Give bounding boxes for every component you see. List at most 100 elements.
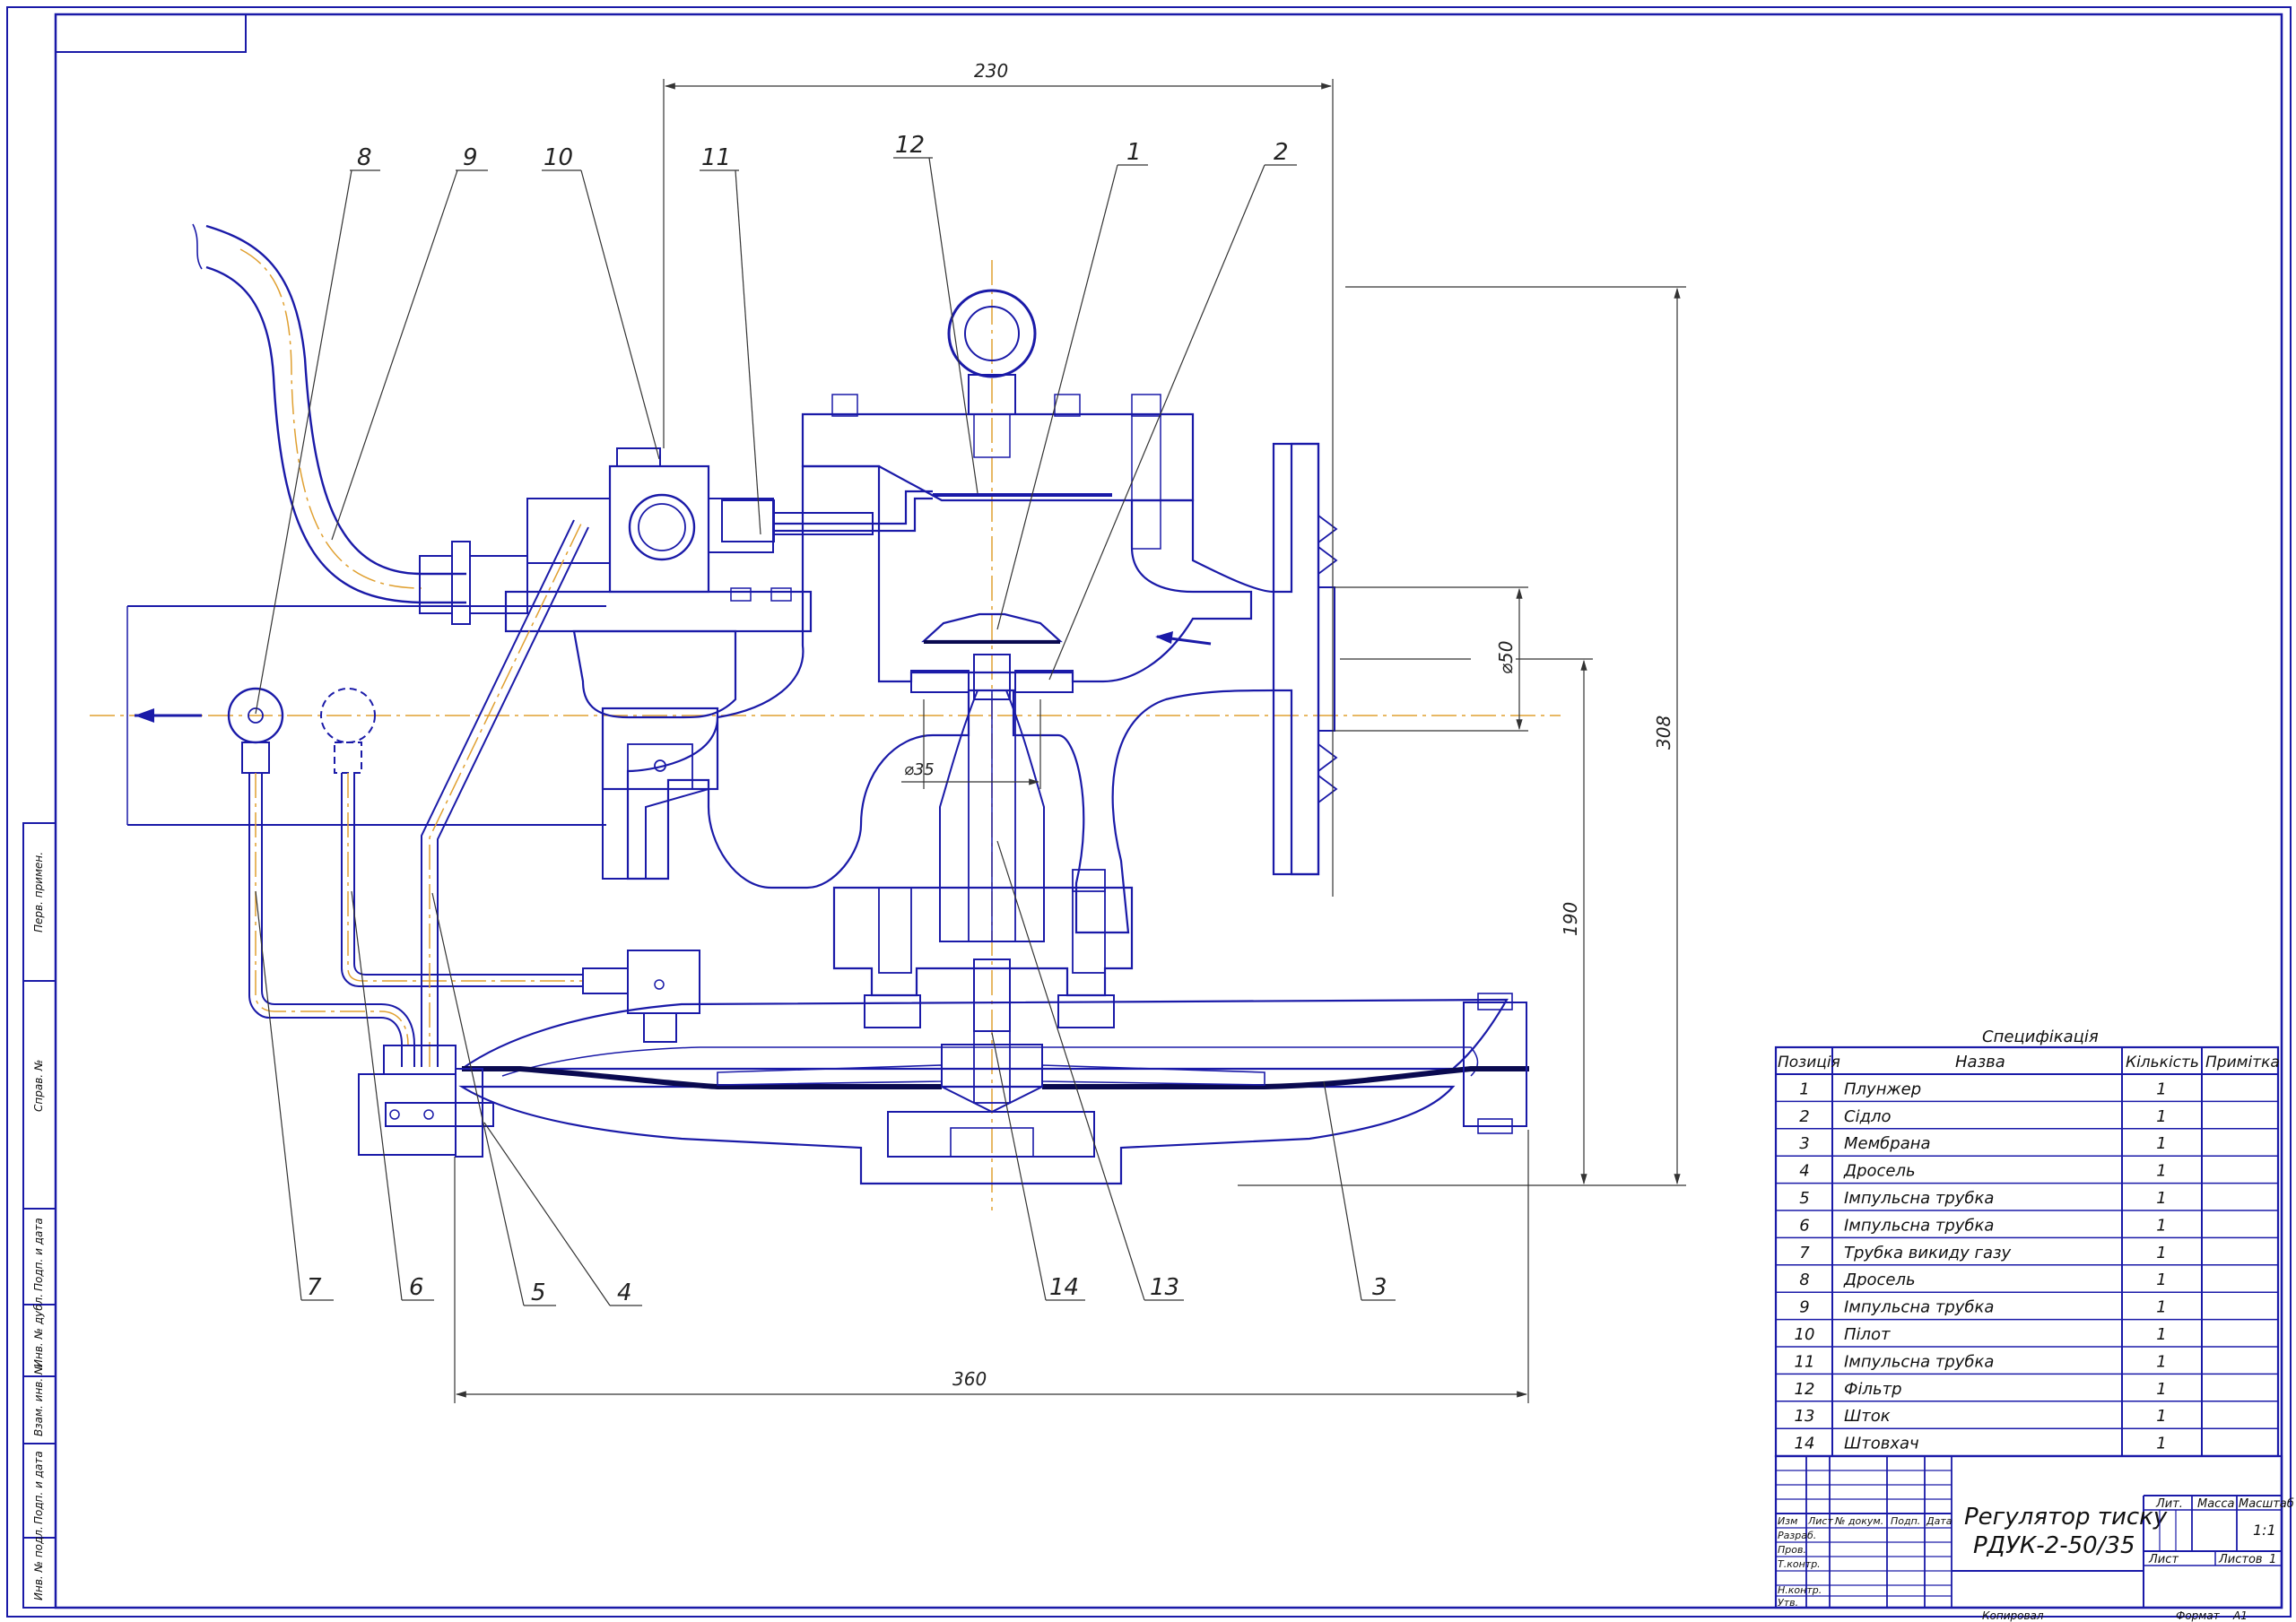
spec-row-qty: 1 [2156, 1244, 2166, 1262]
tb-format-value: А1 [2232, 1609, 2248, 1622]
spec-row-pos: 2 [1799, 1107, 1809, 1126]
stamp-perv: Перв. примен. [32, 852, 45, 932]
spec-row-pos: 10 [1795, 1325, 1815, 1344]
spec-row-name: Дросель [1843, 1162, 1916, 1181]
spec-header-name: Назва [1955, 1053, 2005, 1071]
title-block: Изм Лист № докум. Подп. Дата Разраб. Про… [1774, 1454, 2294, 1622]
tb-listov-label: Листов [2218, 1553, 2263, 1566]
specification-table: Специфікація Позиція Назва Кількість При… [1774, 1028, 2280, 1458]
pilot [504, 447, 813, 880]
impulse-pipe-9 [192, 223, 528, 625]
tb-listov-value: 1 [2269, 1553, 2276, 1566]
spec-row-name: Імпульсна трубка [1844, 1352, 1994, 1371]
stamp-sprav: Справ. № [32, 1060, 45, 1112]
dimensions: 230 308 190 ⌀50 ⌀35 360 [454, 60, 1686, 1403]
spec-row-pos: 11 [1795, 1352, 1815, 1371]
spec-row-qty: 1 [2156, 1080, 2166, 1098]
callouts: 8 9 10 11 12 1 2 7 6 5 4 14 13 3 [255, 132, 1396, 1306]
callout-5: 5 [531, 1279, 546, 1306]
dim-35: ⌀35 [904, 760, 935, 779]
assembly-drawing: 230 308 190 ⌀50 ⌀35 360 8 9 10 11 12 1 2… [90, 60, 1686, 1403]
stamp-podp-1: Подп. и дата [32, 1218, 45, 1291]
tb-massa: Масса [2197, 1497, 2234, 1511]
callout-4: 4 [617, 1279, 632, 1306]
tb-tkontr: Т.контр. [1778, 1558, 1821, 1570]
tb-razrab: Разраб. [1778, 1530, 1816, 1541]
tb-title-1: Регулятор тиску [1964, 1504, 2168, 1531]
tb-kopiroval: Копировал [1982, 1609, 2044, 1622]
spec-row-qty: 1 [2156, 1216, 2166, 1235]
spec-row-name: Пілот [1844, 1325, 1891, 1344]
spec-row-qty: 1 [2156, 1162, 2166, 1181]
spec-row-name: Імпульсна трубка [1844, 1216, 1994, 1235]
spec-row-qty: 1 [2156, 1271, 2166, 1289]
spec-row-pos: 6 [1799, 1216, 1809, 1235]
spec-row-name: Трубка викиду газу [1844, 1244, 2012, 1262]
stamp-podp-2: Подп. и дата [32, 1451, 45, 1524]
spec-row-name: Імпульсна трубка [1844, 1298, 1994, 1317]
tb-format: Формат [2176, 1609, 2221, 1622]
dim-230: 230 [974, 60, 1008, 82]
throttle-8 [227, 687, 376, 774]
spec-row-qty: 1 [2156, 1435, 2166, 1453]
spec-row-pos: 14 [1795, 1435, 1815, 1453]
dim-190: 190 [1560, 902, 1581, 936]
spec-row-qty: 1 [2156, 1189, 2166, 1208]
sheet-frame [6, 6, 2292, 1618]
tb-utv: Утв. [1778, 1597, 1798, 1609]
tb-list: Лист [1807, 1515, 1833, 1527]
spec-row-qty: 1 [2156, 1325, 2166, 1344]
stamp-inv-podl: Инв. № подл. [32, 1526, 45, 1600]
spec-row-pos: 8 [1799, 1271, 1809, 1289]
spec-row-name: Фільтр [1844, 1380, 1902, 1399]
tb-list-label: Лист [2148, 1553, 2179, 1566]
tb-masshtab: Масштаб [2239, 1497, 2294, 1511]
tb-docnum: № докум. [1834, 1515, 1883, 1527]
spec-row-qty: 1 [2156, 1107, 2166, 1126]
tb-izm: Изм [1778, 1515, 1797, 1527]
callout-7: 7 [307, 1274, 322, 1301]
callout-13: 13 [1150, 1274, 1179, 1301]
tb-title-2: РДУК-2-50/35 [1973, 1532, 2135, 1559]
spec-row-pos: 1 [1799, 1080, 1809, 1098]
spec-row-pos: 5 [1799, 1189, 1809, 1208]
spec-header-pos: Позиція [1778, 1054, 1840, 1071]
spec-row-pos: 9 [1799, 1298, 1809, 1317]
diaphragm-housing [458, 993, 1529, 1185]
spec-row-name: Сідло [1844, 1107, 1892, 1126]
middle-flange [832, 869, 1134, 1032]
dim-50: ⌀50 [1495, 641, 1517, 675]
spec-row-pos: 7 [1799, 1244, 1810, 1262]
spec-row-qty: 1 [2156, 1407, 2166, 1426]
spec-row-qty: 1 [2156, 1134, 2166, 1153]
callout-10: 10 [544, 144, 573, 171]
spec-row-name: Плунжер [1844, 1080, 1921, 1098]
spec-row-name: Штовхач [1844, 1435, 1919, 1453]
callout-1: 1 [1126, 139, 1142, 166]
callout-2: 2 [1274, 139, 1289, 166]
spec-title: Специфікація [1982, 1028, 2099, 1046]
callout-6: 6 [409, 1274, 424, 1301]
spec-row-pos: 12 [1795, 1380, 1815, 1399]
callout-14: 14 [1049, 1274, 1079, 1301]
spec-row-name: Дросель [1843, 1271, 1916, 1289]
tb-lit: Лит. [2155, 1497, 2183, 1511]
spec-row-pos: 4 [1799, 1162, 1809, 1181]
tb-scale: 1:1 [2253, 1522, 2276, 1539]
spec-row-name: Шток [1844, 1407, 1891, 1426]
stamp-inv-dubl: Инв. № дубл. [32, 1294, 45, 1367]
spec-row-pos: 13 [1795, 1407, 1815, 1426]
tb-nkontr: Н.контр. [1778, 1584, 1822, 1596]
callout-11: 11 [701, 144, 731, 171]
dim-308: 308 [1653, 716, 1674, 750]
spec-row-qty: 1 [2156, 1298, 2166, 1317]
callout-8: 8 [357, 144, 372, 171]
valve-body [626, 442, 1338, 942]
callout-12: 12 [895, 132, 925, 159]
tb-podp: Подп. [1891, 1515, 1920, 1527]
drawing-sheet: Перв. примен. Справ. № Подп. и дата Инв.… [6, 6, 2294, 1622]
stamp-vzam: Взам. инв. № [32, 1364, 45, 1436]
callout-9: 9 [463, 144, 478, 171]
side-stamps: Перв. примен. Справ. № Подп. и дата Инв.… [22, 822, 57, 1609]
callout-3: 3 [1372, 1274, 1387, 1301]
